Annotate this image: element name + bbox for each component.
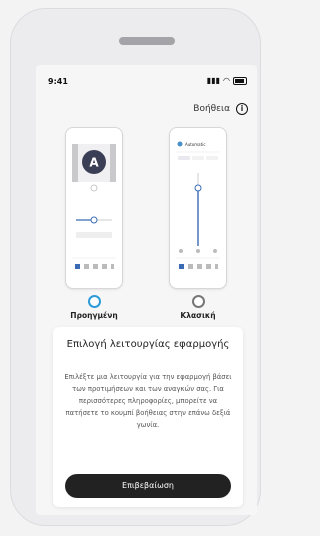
- signal-icon: ▮▮▮: [206, 76, 221, 85]
- classic-preview-graphic: Automatic: [176, 141, 220, 269]
- classic-preview-header: Automatic: [185, 142, 206, 147]
- help-label: Βοήθεια: [193, 104, 230, 114]
- advanced-preview-graphic: A: [72, 144, 116, 269]
- device-frame: 9:41 ▮▮▮ ◠ Βοήθεια i A Προηγμένη Automat…: [10, 8, 261, 526]
- phone-screen: 9:41 ▮▮▮ ◠ Βοήθεια i A Προηγμένη Automat…: [36, 65, 257, 515]
- option-advanced[interactable]: A Προηγμένη: [54, 127, 134, 320]
- wifi-icon: ◠: [223, 76, 230, 85]
- speaker-grille: [119, 37, 175, 45]
- status-icons: ▮▮▮ ◠: [207, 76, 247, 85]
- radio-classic[interactable]: [191, 295, 205, 308]
- card-title: Επιλογή λειτουργίας εφαρμογής: [66, 339, 230, 350]
- option-classic-label: Κλασική: [180, 311, 216, 320]
- confirm-button[interactable]: Επιβεβαίωση: [65, 474, 231, 498]
- info-icon: i: [236, 103, 248, 115]
- battery-icon: [233, 76, 247, 85]
- status-time: 9:41: [48, 77, 68, 86]
- option-classic[interactable]: Automatic Κλασική: [158, 127, 238, 320]
- status-bar: 9:41 ▮▮▮ ◠: [36, 65, 257, 93]
- radio-advanced[interactable]: [87, 295, 101, 308]
- help-button[interactable]: Βοήθεια i: [193, 103, 248, 115]
- mode-selection-card: Επιλογή λειτουργίας εφαρμογής Επιλέξτε μ…: [53, 327, 243, 507]
- card-description: Επιλέξτε μια λειτουργία για την εφαρμογή…: [64, 373, 232, 429]
- option-advanced-label: Προηγμένη: [70, 311, 118, 320]
- classic-preview: Automatic: [169, 127, 227, 289]
- advanced-preview: A: [65, 127, 123, 289]
- advanced-preview-badge: A: [89, 156, 99, 170]
